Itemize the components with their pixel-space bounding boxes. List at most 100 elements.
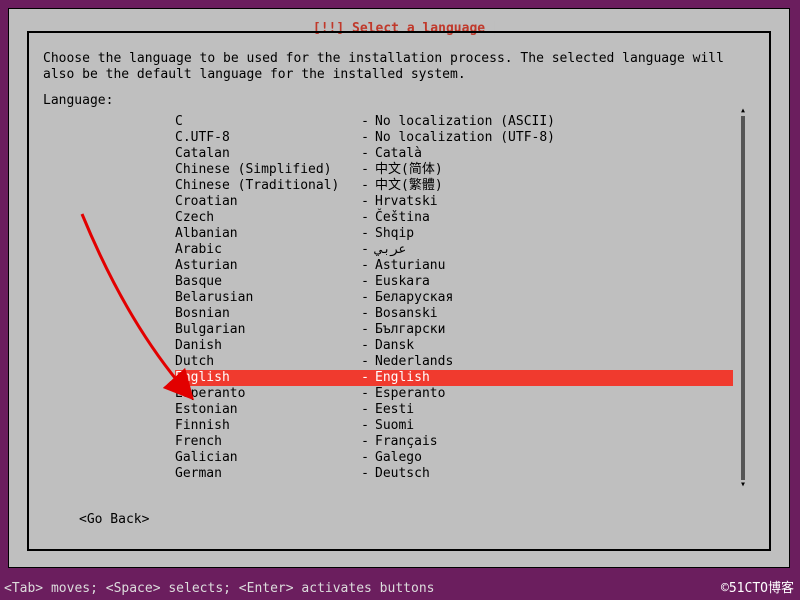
- separator: -: [355, 114, 375, 130]
- separator: -: [355, 210, 375, 226]
- language-native: Беларуская: [375, 290, 733, 306]
- language-row[interactable]: Catalan-Català: [175, 146, 733, 162]
- language-row[interactable]: Czech-Čeština: [175, 210, 733, 226]
- language-name: Catalan: [175, 146, 355, 162]
- language-name: English: [175, 370, 355, 386]
- language-native: Deutsch: [375, 466, 733, 482]
- language-native: Hrvatski: [375, 194, 733, 210]
- language-row[interactable]: German-Deutsch: [175, 466, 733, 482]
- language-row[interactable]: Bosnian-Bosanski: [175, 306, 733, 322]
- language-native: Čeština: [375, 210, 733, 226]
- language-row[interactable]: Chinese (Traditional)-中文(繁體): [175, 178, 733, 194]
- language-native: Asturianu: [375, 258, 733, 274]
- language-native: Català: [375, 146, 733, 162]
- language-name: Bosnian: [175, 306, 355, 322]
- language-native: Euskara: [375, 274, 733, 290]
- language-name: Finnish: [175, 418, 355, 434]
- separator: -: [355, 226, 375, 242]
- separator: -: [355, 450, 375, 466]
- separator: -: [355, 242, 375, 258]
- language-name: Galician: [175, 450, 355, 466]
- language-row[interactable]: English-English: [175, 370, 733, 386]
- language-native: Esperanto: [375, 386, 733, 402]
- language-name: Arabic: [175, 242, 355, 258]
- separator: -: [355, 130, 375, 146]
- separator: -: [355, 178, 375, 194]
- language-native: No localization (UTF-8): [375, 130, 733, 146]
- language-row[interactable]: Bulgarian-Български: [175, 322, 733, 338]
- language-name: Estonian: [175, 402, 355, 418]
- description-text: Choose the language to be used for the i…: [43, 51, 755, 83]
- language-name: Chinese (Simplified): [175, 162, 355, 178]
- language-name: Esperanto: [175, 386, 355, 402]
- language-name: C.UTF-8: [175, 130, 355, 146]
- separator: -: [355, 258, 375, 274]
- separator: -: [355, 306, 375, 322]
- keyboard-hint: <Tab> moves; <Space> selects; <Enter> ac…: [4, 581, 434, 596]
- language-row[interactable]: Finnish-Suomi: [175, 418, 733, 434]
- language-row[interactable]: Asturian-Asturianu: [175, 258, 733, 274]
- language-name: French: [175, 434, 355, 450]
- language-native: Български: [375, 322, 733, 338]
- language-row[interactable]: C-No localization (ASCII): [175, 114, 733, 130]
- language-row[interactable]: Croatian-Hrvatski: [175, 194, 733, 210]
- language-native: Suomi: [375, 418, 733, 434]
- separator: -: [355, 466, 375, 482]
- separator: -: [355, 418, 375, 434]
- separator: -: [355, 162, 375, 178]
- separator: -: [355, 290, 375, 306]
- language-name: Bulgarian: [175, 322, 355, 338]
- dialog-body: Choose the language to be used for the i…: [43, 51, 755, 537]
- separator: -: [355, 370, 375, 386]
- language-name: C: [175, 114, 355, 130]
- language-row[interactable]: Arabic-عربي: [175, 242, 733, 258]
- language-row[interactable]: Estonian-Eesti: [175, 402, 733, 418]
- separator: -: [355, 386, 375, 402]
- language-row[interactable]: Galician-Galego: [175, 450, 733, 466]
- separator: -: [355, 402, 375, 418]
- language-name: Danish: [175, 338, 355, 354]
- language-row[interactable]: Dutch-Nederlands: [175, 354, 733, 370]
- language-native: 中文(简体): [375, 162, 733, 178]
- separator: -: [355, 338, 375, 354]
- language-name: Albanian: [175, 226, 355, 242]
- language-row[interactable]: C.UTF-8-No localization (UTF-8): [175, 130, 733, 146]
- language-row[interactable]: Danish-Dansk: [175, 338, 733, 354]
- language-row[interactable]: Chinese (Simplified)-中文(简体): [175, 162, 733, 178]
- go-back-button[interactable]: <Go Back>: [79, 512, 149, 527]
- language-row[interactable]: Albanian-Shqip: [175, 226, 733, 242]
- separator: -: [355, 146, 375, 162]
- language-name: Czech: [175, 210, 355, 226]
- language-list-wrap: C-No localization (ASCII)C.UTF-8-No loca…: [175, 114, 733, 482]
- language-name: Chinese (Traditional): [175, 178, 355, 194]
- language-native: 中文(繁體): [375, 178, 733, 194]
- language-name: German: [175, 466, 355, 482]
- language-native: Eesti: [375, 402, 733, 418]
- language-row[interactable]: Belarusian-Беларуская: [175, 290, 733, 306]
- language-native: No localization (ASCII): [375, 114, 733, 130]
- language-native: Bosanski: [375, 306, 733, 322]
- installer-window: [!!] Select a language Choose the langua…: [8, 8, 790, 568]
- language-row[interactable]: Esperanto-Esperanto: [175, 386, 733, 402]
- language-name: Basque: [175, 274, 355, 290]
- language-name: Asturian: [175, 258, 355, 274]
- watermark: ©51CTO博客: [721, 577, 794, 596]
- language-list[interactable]: C-No localization (ASCII)C.UTF-8-No loca…: [175, 114, 733, 482]
- language-row[interactable]: Basque-Euskara: [175, 274, 733, 290]
- scrollbar[interactable]: ▴ ▾: [739, 114, 747, 482]
- language-native: عربي: [375, 242, 733, 258]
- scroll-down-icon[interactable]: ▾: [739, 480, 747, 490]
- scroll-up-icon[interactable]: ▴: [739, 106, 747, 116]
- language-native: Dansk: [375, 338, 733, 354]
- language-native: Nederlands: [375, 354, 733, 370]
- separator: -: [355, 322, 375, 338]
- language-row[interactable]: French-Français: [175, 434, 733, 450]
- language-label: Language:: [43, 93, 755, 108]
- language-name: Croatian: [175, 194, 355, 210]
- dialog-frame: Choose the language to be used for the i…: [27, 31, 771, 551]
- language-name: Belarusian: [175, 290, 355, 306]
- scroll-track[interactable]: [741, 116, 745, 480]
- separator: -: [355, 194, 375, 210]
- language-name: Dutch: [175, 354, 355, 370]
- desktop: [!!] Select a language Choose the langua…: [0, 0, 800, 600]
